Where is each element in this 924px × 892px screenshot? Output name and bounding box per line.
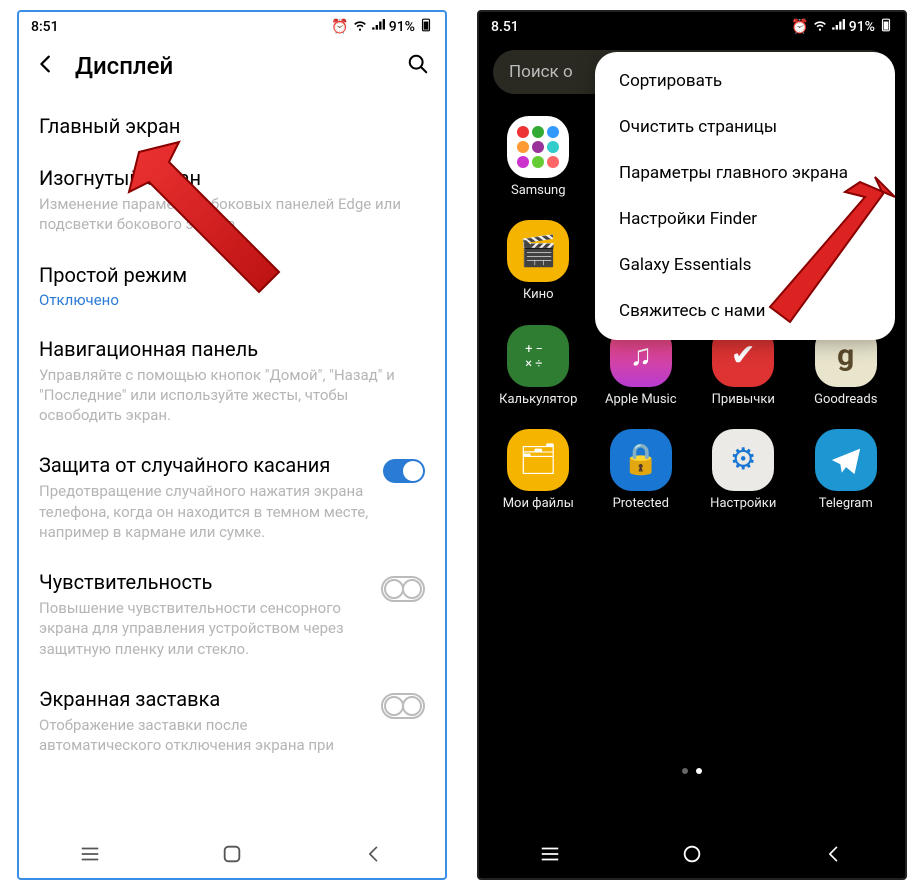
calculator-icon: + −× ÷ [507,325,569,387]
alarm-icon: ⏰ [791,19,808,35]
settings-item-label: Простой режим [39,263,425,287]
menu-item-home-screen-settings[interactable]: Параметры главного экрана [595,150,895,196]
recents-button[interactable] [78,842,102,866]
app-protected[interactable]: 🔒 Protected [596,429,687,511]
svg-text:× ÷: × ÷ [526,356,543,371]
nav-bar [479,830,905,878]
app-kino[interactable]: 🎬 Кино [493,220,584,302]
home-button[interactable] [220,842,244,866]
battery-icon [419,18,433,36]
back-icon[interactable] [35,53,57,79]
status-time: 8.51 [491,19,519,35]
app-label: Привычки [712,393,775,407]
search-icon[interactable] [407,53,429,79]
status-bar: 8:51 ⏰ 91% [19,12,445,42]
menu-item-finder-settings[interactable]: Настройки Finder [595,196,895,242]
toggle-accidental-touch[interactable] [383,459,425,483]
app-label: Protected [613,497,669,511]
signal-icon [371,18,385,36]
settings-item-label: Чувствительность [39,570,369,594]
settings-item-label: Изогнутый экран [39,166,425,190]
signal-icon [831,18,845,36]
toggle-screensaver[interactable] [381,693,425,719]
status-time: 8:51 [31,19,59,35]
status-icons: ⏰ 91% [791,18,893,36]
app-telegram[interactable]: Telegram [801,429,892,511]
back-button[interactable] [362,842,386,866]
settings-item-desc: Изменение параметров боковых панелей Edg… [39,194,425,235]
app-label: Apple Music [605,393,677,407]
settings-item-accidental-touch[interactable]: Защита от случайного касания Предотвраще… [39,439,425,556]
settings-item-home-screen[interactable]: Главный экран [39,100,425,152]
gear-icon: ⚙ [712,429,774,491]
alarm-icon: ⏰ [331,19,348,35]
wifi-icon [813,18,827,36]
search-placeholder: Поиск о [509,62,573,82]
battery-icon [879,18,893,36]
settings-item-screensaver[interactable]: Экранная заставка Отображение заставки п… [39,673,425,770]
app-settings[interactable]: ⚙ Настройки [698,429,789,511]
menu-item-clean-pages[interactable]: Очистить страницы [595,104,895,150]
settings-item-label: Экранная заставка [39,687,369,711]
folder-icon [507,116,569,178]
app-icon: 🎬 [507,220,569,282]
page-title: Дисплей [75,52,173,80]
app-samsung[interactable]: Samsung [493,116,584,198]
back-button[interactable] [822,842,846,866]
app-label: Кино [523,288,554,302]
settings-item-edge-screen[interactable]: Изогнутый экран Изменение параметров бок… [39,152,425,249]
settings-item-desc: Отображение заставки после автоматическо… [39,715,369,756]
app-files[interactable]: 🗂 Мои файлы [493,429,584,511]
app-label: Настройки [710,497,776,511]
settings-item-label: Защита от случайного касания [39,453,371,477]
settings-item-label: Главный экран [39,114,425,138]
settings-item-desc: Управляйте с помощью кнопок "Домой", "На… [39,365,425,426]
app-label: Мои файлы [503,497,574,511]
app-calculator[interactable]: + −× ÷ Калькулятор [493,325,584,407]
recents-button[interactable] [538,842,562,866]
settings-item-desc: Предотвращение случайного нажатия экрана… [39,481,371,542]
lock-icon: 🔒 [610,429,672,491]
menu-item-contact-us[interactable]: Свяжитесь с нами [595,288,895,334]
app-label: Goodreads [814,393,877,407]
battery-text: 91% [389,19,415,35]
settings-item-simple-mode[interactable]: Простой режим Отключено [39,249,425,323]
phone-settings: 8:51 ⏰ 91% Дисплей Главный экран [17,10,447,880]
home-button[interactable] [680,842,704,866]
toggle-sensitivity[interactable] [381,576,425,602]
page-indicator [479,768,905,774]
header-bar: Дисплей [19,42,445,100]
app-label: Калькулятор [499,393,577,407]
wifi-icon [353,18,367,36]
menu-item-galaxy-essentials[interactable]: Galaxy Essentials [595,242,895,288]
svg-text:+ −: + − [526,342,544,357]
app-label: Samsung [511,184,566,198]
status-icons: ⏰ 91% [331,18,433,36]
settings-item-label: Навигационная панель [39,337,425,361]
folder-icon: 🗂 [507,429,569,491]
settings-item-status: Отключено [39,291,425,309]
telegram-icon [815,429,877,491]
settings-item-sensitivity[interactable]: Чувствительность Повышение чувствительно… [39,556,425,673]
page-dot[interactable] [696,768,702,774]
context-menu: Сортировать Очистить страницы Параметры … [595,52,895,340]
settings-item-desc: Повышение чувствительности сенсорного эк… [39,598,369,659]
settings-list: Главный экран Изогнутый экран Изменение … [19,100,445,830]
status-bar: 8.51 ⏰ 91% [479,12,905,42]
menu-item-sort[interactable]: Сортировать [595,58,895,104]
page-dot[interactable] [682,768,688,774]
settings-item-nav-panel[interactable]: Навигационная панель Управляйте с помощь… [39,323,425,440]
app-label: Telegram [819,497,873,511]
battery-text: 91% [849,19,875,35]
nav-bar [19,830,445,878]
phone-launcher: 8.51 ⏰ 91% Поиск о [477,10,907,880]
